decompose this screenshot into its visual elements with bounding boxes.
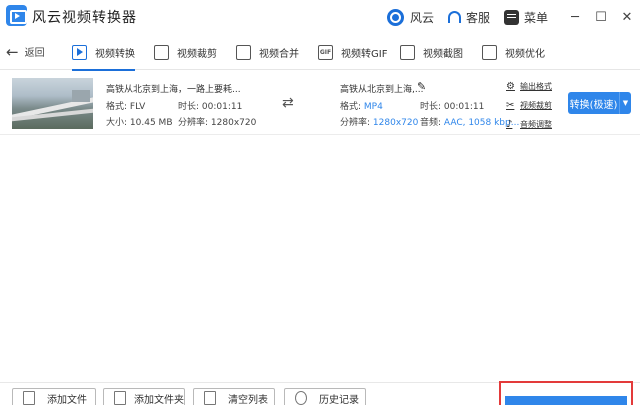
format-value: MP4 [363,102,383,112]
convert-button[interactable]: 转换(极速) ▼ [568,92,631,114]
source-resolution: 分辨率: 1280x720 [178,115,256,128]
source-duration: 时长: 00:01:11 [178,99,242,112]
customer-service-button[interactable]: 客服 [447,9,490,26]
format-value: FLV [129,102,146,112]
close-button[interactable]: ✕ [614,0,640,34]
convert-label: 转换(极速) [568,92,620,114]
tab-video-optimize[interactable]: 视频优化 [482,34,545,70]
history-button[interactable]: 历史记录 [284,388,366,405]
settings-icon: ⚙ [506,81,515,92]
format-label: 格式: [340,102,362,112]
source-size: 大小: 10.45 MB [106,115,173,128]
fengyun-button[interactable]: 风云 [386,8,434,26]
tab-video-screenshot[interactable]: 视频截图 [400,34,463,70]
output-format-link[interactable]: ⚙ 输出格式 [506,81,552,92]
resolution-label: 分辨率: [178,118,209,128]
maximize-icon: ☐ [595,9,607,25]
duration-value: 00:01:11 [443,102,485,112]
audio-adjust-label: 音频调整 [520,120,552,129]
fengyun-icon [386,8,404,26]
tab-video-merge[interactable]: 视频合并 [236,34,299,70]
menu-icon [503,9,519,25]
back-button[interactable]: ← 返回 [6,44,45,59]
format-label: 格式: [106,102,128,112]
start-all-button[interactable] [505,396,627,405]
menu-button[interactable]: 菜单 [503,9,548,26]
duration-label: 时长: [178,102,200,112]
back-arrow-icon: ← [6,42,19,61]
resolution-value: 1280x720 [210,118,257,128]
video-cut-label: 视频裁剪 [520,101,552,110]
trash-icon [204,391,216,405]
source-format: 格式: FLV [106,99,145,112]
maximize-button[interactable]: ☐ [588,0,614,34]
music-note-icon: ♪ [506,119,513,130]
add-folder-label: 添加文件夹 [134,394,184,405]
size-label: 大小: [106,118,128,128]
duration-label: 时长: [420,102,442,112]
video-cut-link[interactable]: ✂ 视频裁剪 [506,100,552,111]
app-window: 风云视频转换器 风云 客服 菜单 ─ ☐ ✕ ← 返回 视频转换 视频裁剪 视频… [0,0,640,405]
clock-icon [295,391,307,405]
size-value: 10.45 MB [129,118,173,128]
scissors-icon: ✂ [506,100,515,111]
feature-nav: ← 返回 视频转换 视频裁剪 视频合并 GIF 视频转GIF 视频截图 视频优化 [0,34,640,71]
output-file-name: 高铁从北京到上海,... [340,85,424,95]
menu-label: 菜单 [523,10,548,25]
tab-label: 视频转换 [95,48,135,60]
resolution-value: 1280x720 [372,118,419,128]
fengyun-label: 风云 [409,10,434,25]
gif-icon: GIF [318,44,333,60]
minimize-icon: ─ [571,9,579,25]
sliders-icon [482,44,497,60]
clear-list-button[interactable]: 清空列表 [193,388,275,405]
tab-video-convert[interactable]: 视频转换 [72,34,135,71]
add-file-label: 添加文件 [47,394,87,405]
tab-label: 视频转GIF [341,48,388,60]
customer-service-label: 客服 [465,10,490,25]
source-file-name: 高铁从北京到上海，一路上要耗... [106,85,241,95]
title-bar-actions: 风云 客服 菜单 ─ ☐ ✕ [386,0,640,34]
video-thumbnail [12,78,93,129]
minimize-button[interactable]: ─ [562,0,588,34]
history-label: 历史记录 [319,394,359,405]
crop-icon [154,44,169,60]
title-bar: 风云视频转换器 风云 客服 菜单 ─ ☐ ✕ [0,0,640,34]
resolution-label: 分辨率: [340,118,371,128]
output-duration: 时长: 00:01:11 [420,99,484,112]
headset-icon [447,11,461,23]
duration-value: 00:01:11 [201,102,243,112]
file-icon [23,391,35,405]
tab-label: 视频优化 [505,48,545,60]
output-resolution: 分辨率: 1280x720 [340,115,418,128]
tab-label: 视频合并 [259,48,299,60]
tab-label: 视频截图 [423,48,463,60]
audio-label: 音频: [420,118,442,128]
output-format-label: 输出格式 [520,82,552,91]
audio-adjust-link[interactable]: ♪ 音频调整 [506,119,552,130]
app-title: 风云视频转换器 [32,10,137,26]
thumbnail-building [72,90,90,102]
merge-icon [236,44,251,60]
image-icon [400,44,415,60]
add-file-button[interactable]: 添加文件 [12,388,96,405]
app-logo-icon [6,5,27,26]
start-all-button-highlight [499,381,633,405]
convert-arrow-icon: ⇄ [282,95,294,111]
folder-icon [114,391,126,405]
back-label: 返回 [24,48,45,59]
output-audio: 音频: AAC, 1058 kbp... [420,115,519,128]
convert-dropdown-icon[interactable]: ▼ [620,92,631,114]
tab-video-to-gif[interactable]: GIF 视频转GIF [318,34,387,70]
tab-label: 视频裁剪 [177,48,217,60]
rename-icon[interactable]: ✎ [417,80,426,93]
add-folder-button[interactable]: 添加文件夹 [103,388,185,405]
close-icon: ✕ [621,9,633,25]
clear-list-label: 清空列表 [228,394,268,405]
tab-video-cut[interactable]: 视频裁剪 [154,34,217,70]
video-convert-icon [72,44,87,60]
output-format: 格式: MP4 [340,99,383,112]
